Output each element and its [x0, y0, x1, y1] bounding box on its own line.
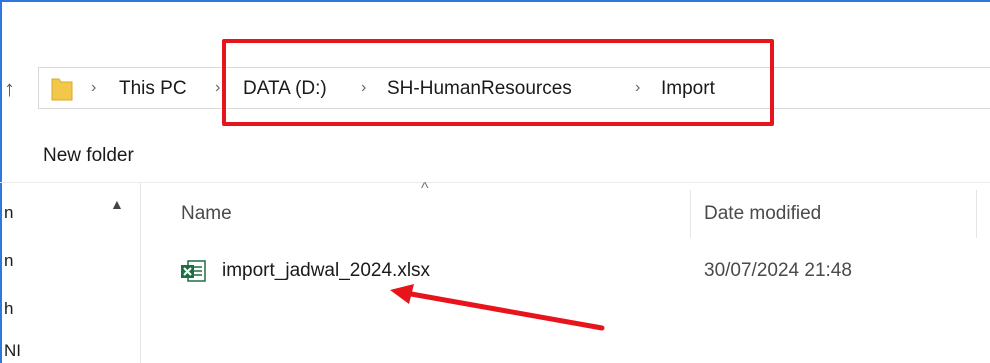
- breadcrumb-separator-icon[interactable]: ›: [215, 79, 220, 97]
- column-separator[interactable]: [690, 190, 691, 238]
- annotation-arrow: [390, 284, 605, 331]
- new-folder-button[interactable]: New folder: [43, 145, 134, 167]
- excel-icon: [181, 260, 206, 282]
- nav-item-fragment[interactable]: h: [4, 299, 13, 319]
- folder-icon: [51, 78, 73, 101]
- navigation-pane-divider[interactable]: [140, 183, 141, 363]
- up-arrow-icon[interactable]: ↑: [4, 76, 22, 102]
- file-date-modified: 30/07/2024 21:48: [704, 260, 852, 281]
- breadcrumb-this-pc[interactable]: This PC: [119, 78, 187, 100]
- scroll-up-icon[interactable]: ▲: [110, 196, 124, 212]
- nav-item-fragment[interactable]: NI: [4, 341, 21, 361]
- toolbar-divider: [0, 182, 990, 183]
- highlight-box-annotation: [222, 39, 774, 126]
- nav-item-fragment[interactable]: n: [4, 251, 13, 271]
- sort-ascending-icon: ^: [421, 180, 429, 197]
- column-header-date-modified[interactable]: Date modified: [704, 203, 821, 225]
- column-separator[interactable]: [976, 190, 977, 238]
- column-header-name[interactable]: Name: [181, 203, 232, 225]
- window-top-border: [0, 0, 990, 2]
- nav-item-fragment[interactable]: n: [4, 203, 13, 223]
- breadcrumb-separator-icon[interactable]: ›: [91, 79, 96, 97]
- file-name[interactable]: import_jadwal_2024.xlsx: [222, 260, 430, 282]
